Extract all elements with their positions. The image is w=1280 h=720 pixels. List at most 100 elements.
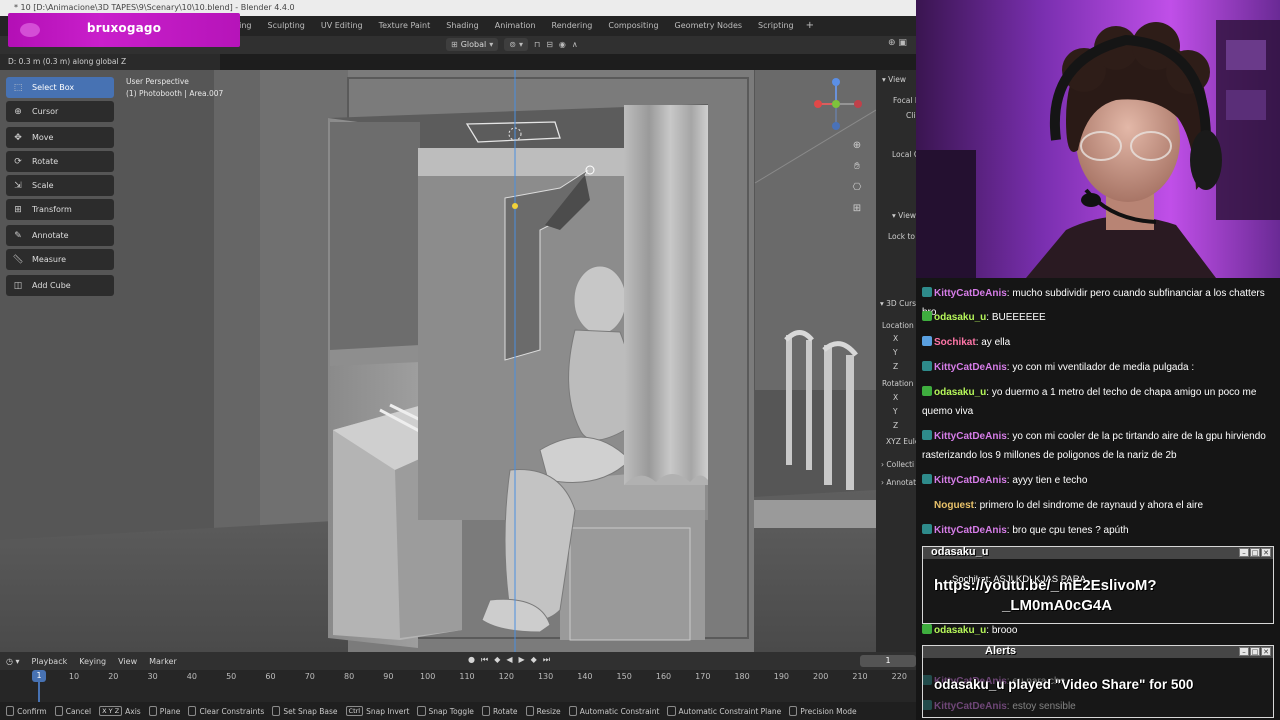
- menu-playback[interactable]: Playback: [26, 657, 74, 666]
- current-frame-field[interactable]: 1: [860, 655, 916, 667]
- chat-username[interactable]: KittyCatDeAnis: [934, 525, 1007, 536]
- badge-icon: [922, 386, 932, 396]
- tool-scale[interactable]: ⇲ Scale: [6, 175, 114, 196]
- maximize-icon[interactable]: □: [1250, 647, 1260, 656]
- key-hint: [6, 706, 15, 716]
- alert-box-1-titlebar: odasaku_u – □ ✕: [923, 546, 1273, 559]
- timeline-tick: 100: [420, 672, 436, 681]
- rotation-x[interactable]: X: [893, 393, 898, 402]
- close-icon[interactable]: ✕: [1261, 647, 1271, 656]
- chat-username[interactable]: odasaku_u: [934, 312, 986, 323]
- menu-view[interactable]: View: [112, 657, 143, 666]
- tab-compositing[interactable]: Compositing: [600, 16, 666, 36]
- keyframe-next-icon[interactable]: ◆: [531, 655, 537, 665]
- chat-message: KittyCatDeAnis: bro que cpu tenes ? apút…: [922, 521, 1274, 540]
- rotation-mode-dropdown[interactable]: XYZ Eule: [886, 437, 919, 446]
- pivot-dropdown[interactable]: ⊚ ▾: [504, 37, 528, 51]
- tab-animation[interactable]: Animation: [487, 16, 544, 36]
- record-icon[interactable]: ●: [468, 655, 475, 665]
- tool-rotate[interactable]: ⟳ Rotate: [6, 151, 114, 172]
- tool-measure[interactable]: 📏︎ Measure: [6, 249, 114, 270]
- location-x[interactable]: X: [893, 334, 898, 343]
- tool-move[interactable]: ✥ Move: [6, 127, 114, 148]
- timeline-tick: 40: [186, 672, 197, 681]
- rotation-label: Rotation: [882, 379, 914, 388]
- panel-view-header[interactable]: ▾ View: [882, 75, 906, 84]
- 3d-viewport[interactable]: [0, 70, 876, 652]
- snap-settings-icon[interactable]: ⊟: [546, 40, 553, 49]
- tool-transform[interactable]: ⊞ Transform: [6, 199, 114, 220]
- orientation-dropdown[interactable]: ⊞ Global ▾: [446, 37, 499, 51]
- minimize-icon[interactable]: –: [1239, 647, 1249, 656]
- tab-shading[interactable]: Shading: [438, 16, 487, 36]
- play-reverse-icon[interactable]: ◀: [506, 655, 512, 665]
- orientation-icon: ⊞: [451, 39, 458, 49]
- panel-view-header-2[interactable]: ▾ View: [892, 211, 916, 220]
- viewport-nav-buttons[interactable]: ⊕ ✋︎ ⎔ ⊞: [850, 135, 864, 219]
- menu-keying[interactable]: Keying: [73, 657, 112, 666]
- pan-icon[interactable]: ✋︎: [850, 156, 864, 177]
- play-icon[interactable]: ▶: [519, 655, 525, 665]
- timeline-tick: 180: [734, 672, 750, 681]
- lock-to-label: Lock to: [888, 232, 916, 241]
- timeline-tick: 60: [265, 672, 276, 681]
- navigation-gizmo[interactable]: [810, 74, 870, 134]
- tab-sculpting[interactable]: Sculpting: [260, 16, 313, 36]
- menu-marker[interactable]: Marker: [143, 657, 183, 666]
- minimize-icon[interactable]: –: [1239, 548, 1249, 557]
- jump-end-icon[interactable]: ⏭: [543, 655, 550, 665]
- timeline-tick: 30: [147, 672, 158, 681]
- zoom-icon[interactable]: ⊕: [850, 135, 864, 156]
- grid-icon[interactable]: ⊞: [850, 198, 864, 219]
- status-hint-label: Resize: [536, 706, 561, 716]
- tool-annotate[interactable]: ✎ Annotate: [6, 225, 114, 246]
- location-z[interactable]: Z: [893, 362, 898, 371]
- timeline-editor-icon[interactable]: ◷ ▾: [0, 657, 26, 666]
- tab-geometry-nodes[interactable]: Geometry Nodes: [667, 16, 750, 36]
- perspective-label: User Perspective: [126, 77, 189, 86]
- tool-select-box[interactable]: ⬚ Select Box: [6, 77, 114, 98]
- chat-username[interactable]: Noguest: [934, 500, 974, 511]
- tab-texture-paint[interactable]: Texture Paint: [371, 16, 439, 36]
- rotation-z[interactable]: Z: [893, 421, 898, 430]
- chat-username[interactable]: odasaku_u: [934, 387, 986, 398]
- tool-shelf: ⬚ Select Box ⊕ Cursor ✥ Move ⟳ Rotate ⇲ …: [6, 77, 114, 299]
- playhead[interactable]: 1: [32, 670, 46, 682]
- keyframe-prev-icon[interactable]: ◆: [494, 655, 500, 665]
- tab-scripting[interactable]: Scripting: [750, 16, 802, 36]
- add-workspace-button[interactable]: +: [802, 16, 818, 36]
- tool-label: Annotate: [32, 231, 69, 240]
- badge-icon: [922, 624, 932, 634]
- viewport-shading-icons[interactable]: ⊕ ▣: [888, 38, 907, 48]
- proportional-edit-icon[interactable]: ◉: [559, 40, 566, 49]
- falloff-icon[interactable]: ∧: [572, 40, 578, 49]
- annotations-header[interactable]: › Annotat: [881, 478, 916, 487]
- chat-username[interactable]: odasaku_u: [934, 625, 986, 636]
- 3d-cursor-header[interactable]: ▾ 3D Curs: [880, 299, 916, 308]
- location-y[interactable]: Y: [893, 348, 898, 357]
- chat-username[interactable]: Sochikat: [934, 337, 976, 348]
- chat-username[interactable]: KittyCatDeAnis: [934, 431, 1007, 442]
- chat-username[interactable]: KittyCatDeAnis: [934, 362, 1007, 373]
- badge-icon: [922, 524, 932, 534]
- snap-icon[interactable]: ⊓: [534, 40, 540, 49]
- orientation-label: Global: [460, 39, 487, 49]
- timeline-tick: 10: [68, 672, 80, 681]
- jump-start-icon[interactable]: ⏮: [481, 655, 488, 665]
- tool-cursor[interactable]: ⊕ Cursor: [6, 101, 114, 122]
- chat-username[interactable]: KittyCatDeAnis: [934, 288, 1007, 299]
- tab-rendering[interactable]: Rendering: [544, 16, 601, 36]
- key-hint: [417, 706, 426, 716]
- window-buttons: – □ ✕: [1239, 647, 1271, 656]
- chat-username[interactable]: KittyCatDeAnis: [934, 475, 1007, 486]
- tab-uv-editing[interactable]: UV Editing: [313, 16, 371, 36]
- timeline-header: ◷ ▾ Playback Keying View Marker: [0, 652, 916, 670]
- viewport-info: User Perspective (1) Photobooth | Area.0…: [126, 76, 223, 100]
- collections-header[interactable]: › Collecti: [881, 460, 914, 469]
- status-hint: Rotate: [481, 706, 518, 716]
- tool-add-cube[interactable]: ◫ Add Cube: [6, 275, 114, 296]
- close-icon[interactable]: ✕: [1261, 548, 1271, 557]
- maximize-icon[interactable]: □: [1250, 548, 1260, 557]
- camera-icon[interactable]: ⎔: [850, 177, 864, 198]
- rotation-y[interactable]: Y: [893, 407, 898, 416]
